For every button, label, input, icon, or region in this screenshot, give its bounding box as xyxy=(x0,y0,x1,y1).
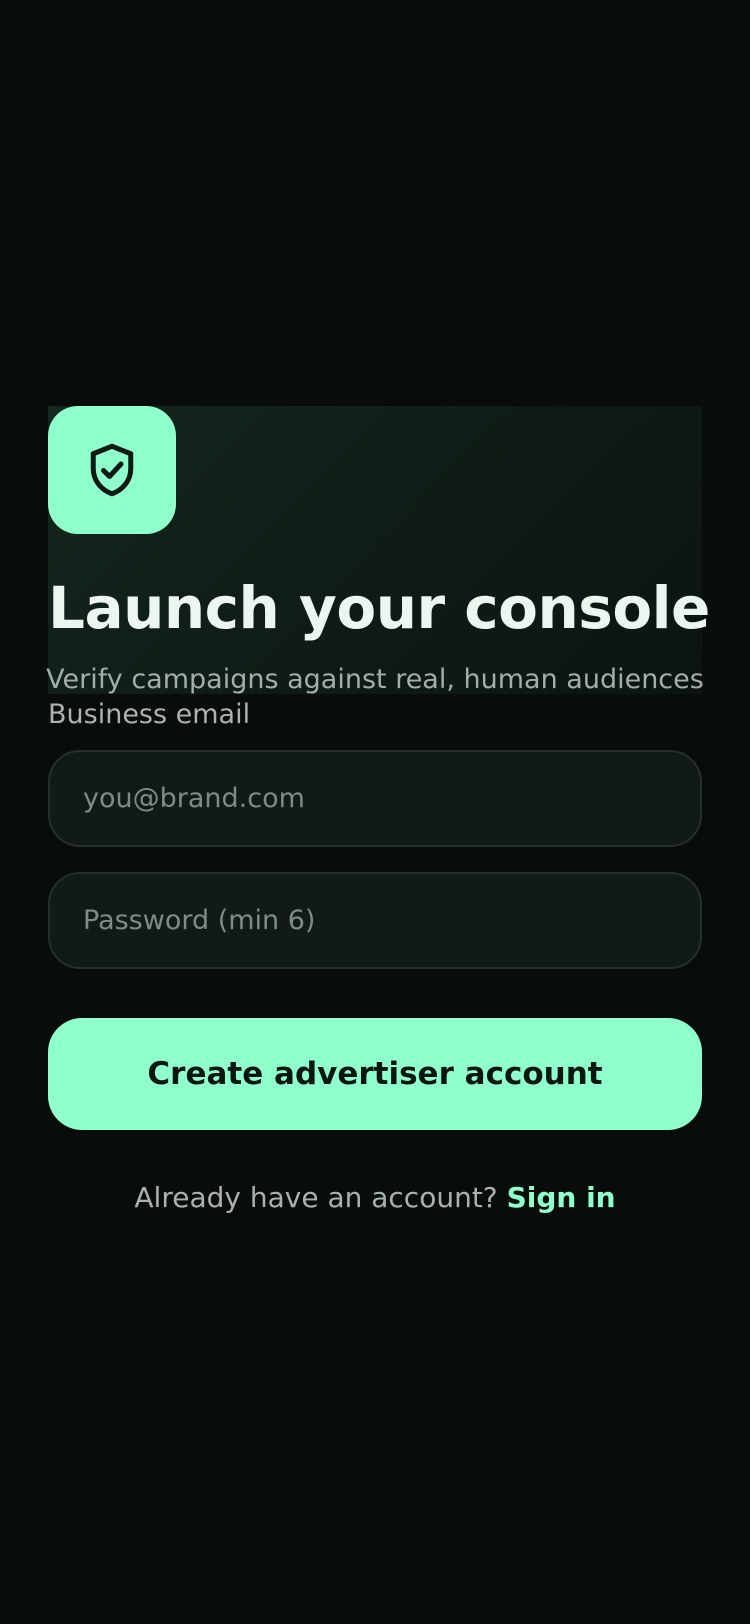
create-account-button[interactable]: Create advertiser account xyxy=(48,1018,702,1130)
shield-check-icon xyxy=(90,443,134,497)
signin-prompt-text: Already have an account? xyxy=(134,1181,507,1214)
app-logo xyxy=(48,406,176,534)
hero-card: Launch your console Verify campaigns aga… xyxy=(46,406,710,695)
signup-screen: Launch your console Verify campaigns aga… xyxy=(0,0,750,1624)
email-field-label: Business email xyxy=(48,699,251,730)
signin-prompt-row: Already have an account? Sign in xyxy=(0,1176,750,1220)
page-title: Launch your console xyxy=(48,574,710,642)
email-field[interactable] xyxy=(48,750,702,847)
sign-in-link[interactable]: Sign in xyxy=(507,1181,616,1214)
password-field[interactable] xyxy=(48,872,702,969)
